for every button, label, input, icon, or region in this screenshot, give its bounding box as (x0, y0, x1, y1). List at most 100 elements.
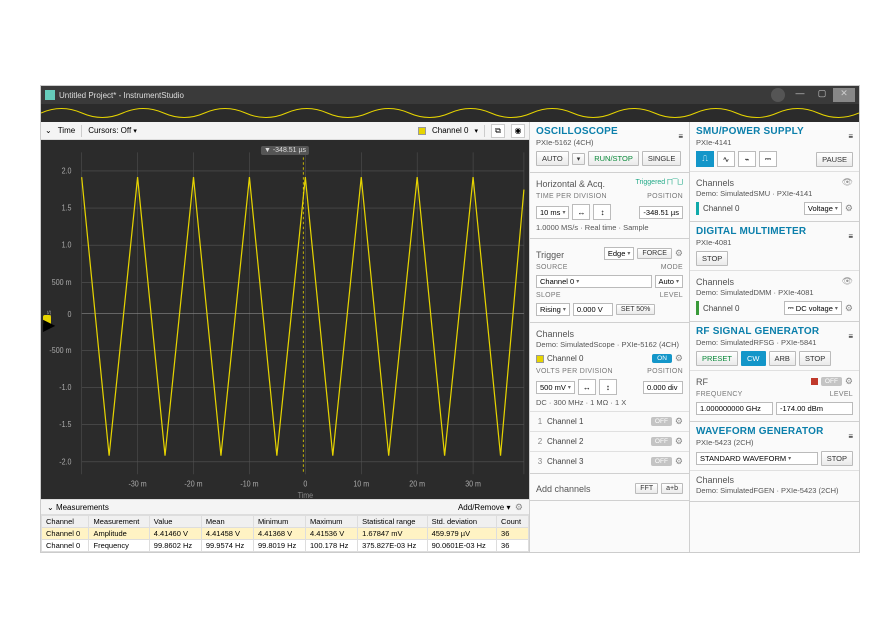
smu-visibility-icon[interactable]: 👁 (842, 177, 853, 188)
notification-icon[interactable] (771, 88, 785, 102)
horiz-zoom-in-icon[interactable]: ↕ (593, 204, 611, 220)
svg-text:-2.0: -2.0 (59, 457, 72, 467)
math-button[interactable]: a+b (661, 483, 683, 494)
trigger-source-select[interactable]: Channel 0▾ (536, 275, 652, 288)
ch1-settings-icon[interactable]: ⚙ (675, 416, 683, 427)
collapse-icon[interactable]: ⌄ (45, 126, 52, 135)
svg-text:0: 0 (303, 479, 307, 489)
smu-mode1-icon[interactable]: ⎍ (696, 151, 714, 167)
single-button[interactable]: SINGLE (642, 151, 682, 166)
smu-mode2-icon[interactable]: ∿ (717, 151, 735, 167)
dmm-visibility-icon[interactable]: 👁 (842, 276, 853, 287)
rf-frequency-field[interactable]: 1.000000000 GHz (696, 402, 773, 415)
svg-text:-1.5: -1.5 (59, 420, 72, 430)
run-stop-button[interactable]: RUN/STOP (588, 151, 639, 166)
ch3-settings-icon[interactable]: ⚙ (675, 456, 683, 467)
svg-text:1.0: 1.0 (62, 240, 72, 250)
ch0-settings-icon[interactable]: ⚙ (675, 353, 683, 364)
trigger-type-select[interactable]: Edge▾ (604, 247, 635, 260)
rfsg-cw-button[interactable]: CW (741, 351, 766, 366)
set-50-button[interactable]: SET 50% (616, 304, 655, 315)
smu-device: PXIe-4141 (696, 138, 804, 147)
view-icon[interactable]: ◉ (511, 124, 525, 138)
fft-button[interactable]: FFT (635, 483, 658, 494)
auto-button[interactable]: AUTO (536, 151, 569, 166)
rfsg-stop-button[interactable]: STOP (799, 351, 831, 366)
window-titlebar: Untitled Project* - InstrumentStudio — ▢… (41, 86, 859, 104)
dmm-menu-icon[interactable]: ≡ (848, 232, 853, 241)
table-header[interactable]: Minimum (253, 516, 305, 528)
smu-ch0-mode-select[interactable]: Voltage▾ (804, 202, 842, 215)
wfg-mode-select[interactable]: STANDARD WAVEFORM▾ (696, 452, 818, 465)
table-header[interactable]: Statistical range (358, 516, 427, 528)
smu-mode4-icon[interactable]: ⎓ (759, 151, 777, 167)
rf-settings-icon[interactable]: ⚙ (845, 376, 853, 387)
maximize-button[interactable]: ▢ (811, 88, 833, 102)
dmm-settings-icon[interactable]: ⚙ (845, 303, 853, 314)
table-row[interactable]: Channel 0Amplitude4.41460 V4.41458 V4.41… (42, 528, 529, 540)
minimize-button[interactable]: — (789, 88, 811, 102)
vert-zoom-in-icon[interactable]: ↕ (599, 379, 617, 395)
wfg-stop-button[interactable]: STOP (821, 451, 853, 466)
table-row[interactable]: Channel 0Frequency99.8602 Hz99.9574 Hz99… (42, 540, 529, 552)
rf-level-field[interactable]: -174.00 dBm (776, 402, 853, 415)
scope-toolbar: ⌄ Time Cursors: Off ▾ Channel 0 ▾ ⧉ ◉ (41, 122, 529, 140)
rfsg-preset-button[interactable]: PRESET (696, 351, 738, 366)
rfsg-arb-button[interactable]: ARB (769, 351, 796, 366)
table-header[interactable]: Measurement (89, 516, 149, 528)
volts-per-div-select[interactable]: 500 mV▾ (536, 381, 575, 394)
smu-menu-icon[interactable]: ≡ (848, 132, 853, 141)
smu-pause-button[interactable]: PAUSE (816, 152, 853, 167)
svg-text:-30 m: -30 m (129, 479, 148, 489)
rfsg-demo: Demo: SimulatedRFSG · PXIe-5841 (696, 338, 819, 347)
add-remove-button[interactable]: Add/Remove ▾ (458, 503, 511, 512)
smu-mode3-icon[interactable]: ⌁ (738, 151, 756, 167)
ch1-off-toggle[interactable]: OFF (651, 417, 672, 426)
table-header[interactable]: Count (497, 516, 529, 528)
rf-off-toggle[interactable]: OFF (821, 377, 842, 386)
rfsg-menu-icon[interactable]: ≡ (848, 332, 853, 341)
table-header[interactable]: Maximum (306, 516, 358, 528)
wfg-device: PXIe-5423 (2CH) (696, 438, 824, 447)
graph-mode-icon[interactable]: ⧉ (491, 124, 505, 138)
smu-ch0-settings-icon[interactable]: ⚙ (845, 203, 853, 214)
ch0-on-toggle[interactable]: ON (652, 354, 672, 363)
force-trigger-button[interactable]: FORCE (637, 248, 672, 259)
dmm-stop-button[interactable]: STOP (696, 251, 728, 266)
trigger-slope-select[interactable]: Rising▾ (536, 303, 570, 316)
measurements-collapse-icon[interactable]: ⌄ (47, 503, 54, 512)
measurements-settings-icon[interactable]: ⚙ (515, 502, 523, 513)
table-header[interactable]: Std. deviation (427, 516, 496, 528)
trigger-level-field[interactable]: 0.000 V (573, 303, 613, 316)
time-per-div-select[interactable]: 10 ms▾ (536, 206, 569, 219)
table-header[interactable]: Channel (42, 516, 89, 528)
svg-text:0: 0 (68, 309, 72, 319)
channel0-label[interactable]: Channel 0 (432, 126, 468, 135)
cursors-dropdown[interactable]: Cursors: Off ▾ (88, 126, 137, 135)
ch2-off-toggle[interactable]: OFF (651, 437, 672, 446)
measurements-table: ChannelMeasurementValueMeanMinimumMaximu… (41, 515, 529, 552)
table-header[interactable]: Value (149, 516, 201, 528)
scope-plot[interactable]: ▼ -348.51 µs ▶ 2.0 1.5 (41, 140, 529, 499)
auto-dropdown[interactable]: ▾ (572, 153, 586, 165)
horiz-position-field[interactable]: -348.51 µs (639, 206, 683, 219)
ch0-position-field[interactable]: 0.000 div (643, 381, 683, 394)
trigger-settings-icon[interactable]: ⚙ (675, 248, 683, 259)
wfg-menu-icon[interactable]: ≡ (848, 432, 853, 441)
trigger-mode-select[interactable]: Auto▾ (655, 275, 683, 288)
svg-text:1.5: 1.5 (62, 203, 72, 213)
ch2-settings-icon[interactable]: ⚙ (675, 436, 683, 447)
osc-menu-icon[interactable]: ≡ (678, 132, 683, 141)
vert-zoom-out-icon[interactable]: ↔ (578, 379, 596, 395)
ch3-off-toggle[interactable]: OFF (651, 457, 672, 466)
dmm-mode-select[interactable]: ⎓ DC voltage▾ (784, 301, 842, 315)
horiz-zoom-out-icon[interactable]: ↔ (572, 204, 590, 220)
close-button[interactable]: ✕ (833, 88, 855, 102)
table-header[interactable]: Mean (201, 516, 253, 528)
dmm-title: DIGITAL MULTIMETER (696, 226, 806, 237)
osc-device: PXIe-5162 (4CH) (536, 138, 618, 147)
waveform-overview[interactable] (41, 104, 859, 122)
channel-dropdown-icon[interactable]: ▾ (474, 127, 478, 135)
channel0-ground-marker[interactable]: ▶ (43, 315, 51, 325)
time-mode-label[interactable]: Time (58, 126, 75, 135)
